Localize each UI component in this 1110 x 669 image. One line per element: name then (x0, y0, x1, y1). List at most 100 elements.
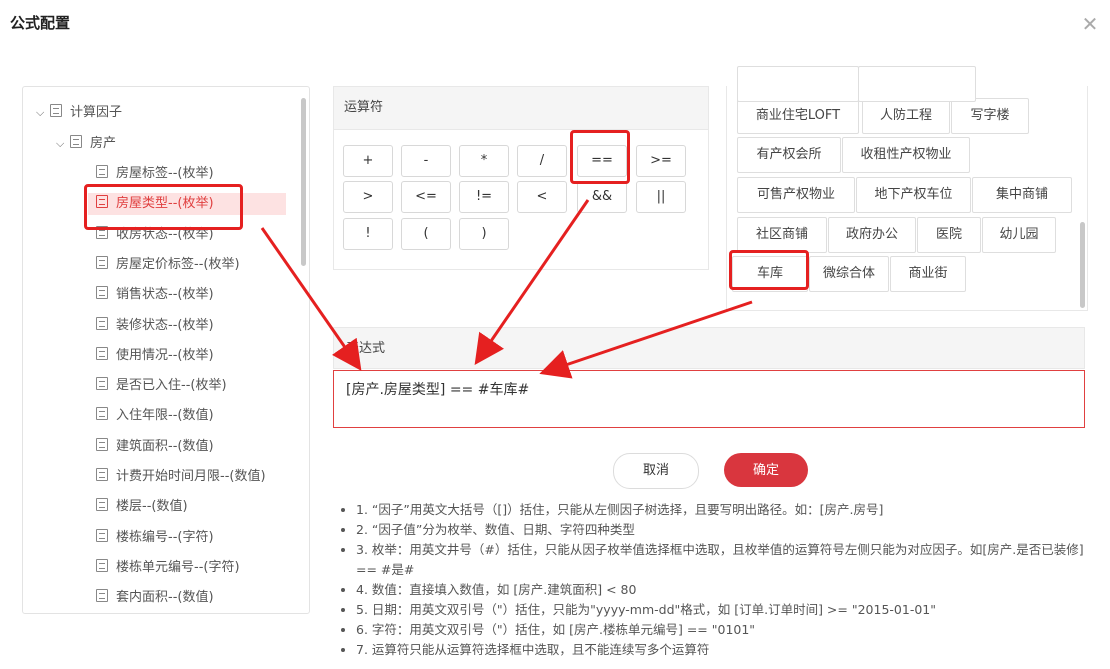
document-icon (50, 104, 62, 117)
operator-button[interactable]: && (577, 181, 627, 213)
cancel-button[interactable]: 取消 (613, 453, 699, 489)
confirm-button[interactable]: 确定 (724, 453, 808, 487)
operator-panel-title: 运算符 (334, 87, 708, 130)
operator-button[interactable]: || (636, 181, 686, 213)
document-icon (96, 528, 108, 542)
tree-root-label: 计算因子 (70, 105, 123, 120)
tree-group-label: 房产 (90, 136, 117, 151)
enum-value-tag[interactable]: 商业住宅LOFT (737, 98, 859, 134)
enum-value-tag[interactable]: 人防工程 (862, 98, 950, 134)
enum-value-tag[interactable]: 地下产权车位 (856, 177, 971, 213)
tree-item[interactable]: 计费开始时间月限--(数值) (96, 466, 266, 488)
enum-value-tag[interactable]: 车库 (732, 256, 808, 292)
expression-title: 表达式 (333, 327, 1085, 369)
document-icon (96, 346, 108, 360)
tree-item-label: 房屋类型--(枚举) (116, 196, 214, 212)
document-icon (96, 377, 108, 391)
tree-item-label: 楼栋编号--(字符) (116, 529, 214, 545)
operator-button[interactable]: ) (459, 218, 509, 250)
tree-item[interactable]: 销售状态--(枚举) (96, 284, 214, 306)
document-icon (96, 498, 108, 512)
document-icon (96, 589, 108, 603)
operator-button[interactable]: >= (636, 145, 686, 177)
tree-item-label: 建筑面积--(数值) (116, 438, 214, 454)
document-icon (96, 316, 108, 330)
operator-button[interactable]: * (459, 145, 509, 177)
tree-root-node[interactable]: ⌵ 计算因子 (36, 102, 122, 124)
enum-value-tag[interactable]: 集中商铺 (972, 177, 1072, 213)
operator-button[interactable]: != (459, 181, 509, 213)
help-note: 1. “因子”用英文大括号（[]）括住，只能从左侧因子树选择，且要写明出路径。如… (356, 500, 1106, 520)
tree-item-label: 装修状态--(枚举) (116, 317, 214, 333)
tree-item-label: 收房状态--(枚举) (116, 226, 214, 242)
tree-item-label: 楼层--(数值) (116, 499, 188, 515)
document-icon (96, 437, 108, 451)
tree-item[interactable]: 楼层--(数值) (96, 496, 188, 518)
tree-item-label: 楼栋单元编号--(字符) (116, 559, 240, 575)
help-note: 4. 数值：直接填入数值，如 [房产.建筑面积] < 80 (356, 580, 1106, 600)
enum-value-tag-partial[interactable] (737, 66, 859, 102)
tree-item[interactable]: 套内面积--(数值) (96, 587, 214, 609)
document-icon (96, 165, 108, 178)
document-icon (96, 558, 108, 572)
tree-item[interactable]: 房屋类型--(枚举) (88, 193, 286, 216)
help-notes: 1. “因子”用英文大括号（[]）括住，只能从左侧因子树选择，且要写明出路径。如… (340, 500, 1106, 660)
tree-item[interactable]: 装修状态--(枚举) (96, 315, 214, 337)
operator-button[interactable]: ! (343, 218, 393, 250)
tree-item-label: 房屋标签--(枚举) (116, 166, 214, 181)
enum-value-tag[interactable]: 政府办公 (828, 217, 916, 253)
document-icon (70, 135, 82, 148)
document-icon (96, 468, 108, 481)
chevron-down-icon[interactable]: ⌵ (36, 102, 50, 124)
help-note: 3. 枚举：用英文井号（#）括住，只能从因子枚举值选择框中选取，且枚举值的运算符… (356, 540, 1106, 580)
enum-value-tag-partial[interactable] (858, 66, 976, 102)
enum-value-tag[interactable]: 医院 (917, 217, 981, 253)
tree-item[interactable]: 入住年限--(数值) (96, 405, 214, 427)
operator-button[interactable]: ( (401, 218, 451, 250)
document-icon (96, 225, 108, 239)
enum-value-tag[interactable]: 微综合体 (809, 256, 889, 292)
enum-value-tag[interactable]: 写字楼 (951, 98, 1029, 134)
tree-item-label: 套内面积--(数值) (116, 590, 214, 606)
tree-item[interactable]: 楼栋编号--(字符) (96, 527, 214, 549)
expression-input[interactable]: [房产.房屋类型] == #车库# (333, 370, 1085, 428)
tree-scrollbar[interactable] (301, 98, 306, 266)
tree-item-label: 房屋定价标签--(枚举) (116, 256, 240, 272)
tree-item-label: 使用情况--(枚举) (116, 347, 214, 363)
chevron-down-icon[interactable]: ⌵ (56, 133, 70, 155)
tree-item-label: 入住年限--(数值) (116, 408, 214, 424)
tree-item[interactable]: 收房状态--(枚举) (96, 224, 214, 246)
tree-item-label: 是否已入住--(枚举) (116, 378, 227, 394)
enum-value-tag[interactable]: 可售产权物业 (737, 177, 855, 213)
enum-value-tag[interactable]: 有产权会所 (737, 137, 841, 173)
help-note: 7. 运算符只能从运算符选择框中选取，且不能连续写多个运算符 (356, 640, 1106, 660)
document-icon (96, 407, 108, 421)
operator-button[interactable]: == (577, 145, 627, 177)
operator-button[interactable]: > (343, 181, 393, 213)
operator-button[interactable]: < (517, 181, 567, 213)
operator-button[interactable]: - (401, 145, 451, 177)
enum-value-tag[interactable]: 商业街 (890, 256, 966, 292)
help-note: 2. “因子值”分为枚举、数值、日期、字符四种类型 (356, 520, 1106, 540)
close-icon[interactable]: ✕ (1080, 14, 1100, 34)
tree-item[interactable]: 楼栋单元编号--(字符) (96, 557, 240, 579)
document-icon (96, 195, 108, 209)
document-icon (96, 255, 108, 269)
operator-button[interactable]: <= (401, 181, 451, 213)
help-note: 5. 日期：用英文双引号（"）括住，只能为"yyyy-mm-dd"格式，如 [订… (356, 600, 1106, 620)
tree-item[interactable]: 是否已入住--(枚举) (96, 375, 227, 397)
enum-value-tag[interactable]: 收租性产权物业 (842, 137, 970, 173)
values-scrollbar[interactable] (1080, 222, 1085, 308)
tree-item[interactable]: 房屋定价标签--(枚举) (96, 254, 240, 276)
enum-value-tag[interactable]: 社区商铺 (737, 217, 827, 253)
operator-button[interactable]: / (517, 145, 567, 177)
tree-item[interactable]: 使用情况--(枚举) (96, 345, 214, 367)
dialog-title: 公式配置 (10, 14, 71, 32)
tree-item-label: 计费开始时间月限--(数值) (116, 469, 266, 484)
operator-button[interactable]: + (343, 145, 393, 177)
tree-item[interactable]: 房屋标签--(枚举) (96, 163, 214, 185)
tree-item[interactable]: 建筑面积--(数值) (96, 436, 214, 458)
tree-group-node[interactable]: ⌵ 房产 (56, 133, 116, 155)
help-note: 6. 字符：用英文双引号（"）括住，如 [房产.楼栋单元编号] == "0101… (356, 620, 1106, 640)
enum-value-tag[interactable]: 幼儿园 (982, 217, 1056, 253)
